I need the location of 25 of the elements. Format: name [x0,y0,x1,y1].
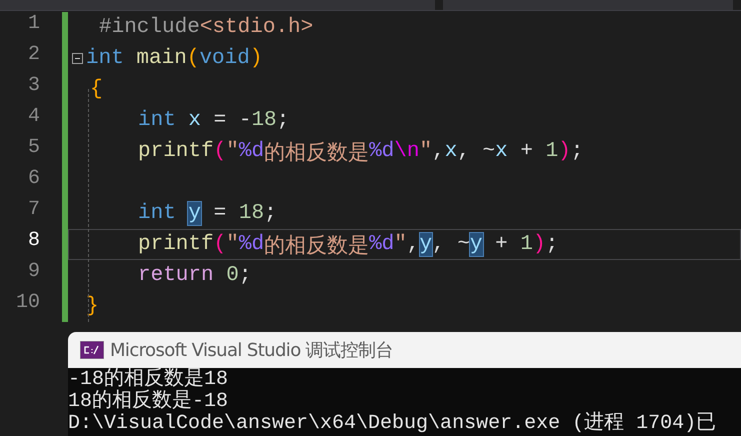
line-number: 9 [28,260,40,285]
console-text: -18的相反数是18 [68,369,230,391]
code-line: { [89,77,104,103]
code-line: int y = 18; [137,201,278,227]
line-number: 3 [28,74,40,99]
console-title: Microsoft Visual Studio 调试控制台 [110,339,393,362]
console-text: 18的相反数是-18 [68,391,230,413]
line-number: 6 [28,167,40,192]
toolbar-dropdown[interactable] [443,0,741,10]
code-line: int main(void) [68,43,741,74]
toolbar-dropdown[interactable] [0,0,443,10]
console-text: D:\VisualCode\answer\x64\Debug\answer.exe (进程 1704)已 [68,413,718,435]
line-number: 1 [28,12,40,37]
code-line: int x = -18; [137,108,290,134]
collapse-icon[interactable] [72,53,83,64]
line-number: 8 [28,229,40,254]
line-number: 2 [28,43,40,68]
line-number: 4 [28,105,40,130]
code-line: printf("%d的相反数是%d\n",x, ~x + 1); [137,139,584,167]
line-number: 7 [28,198,40,223]
console-app-icon [80,341,104,359]
code-line: return 0; [137,263,252,289]
line-number: 10 [16,291,40,316]
line-number: 5 [28,136,40,161]
code-line: #include<stdio.h> [98,15,314,41]
